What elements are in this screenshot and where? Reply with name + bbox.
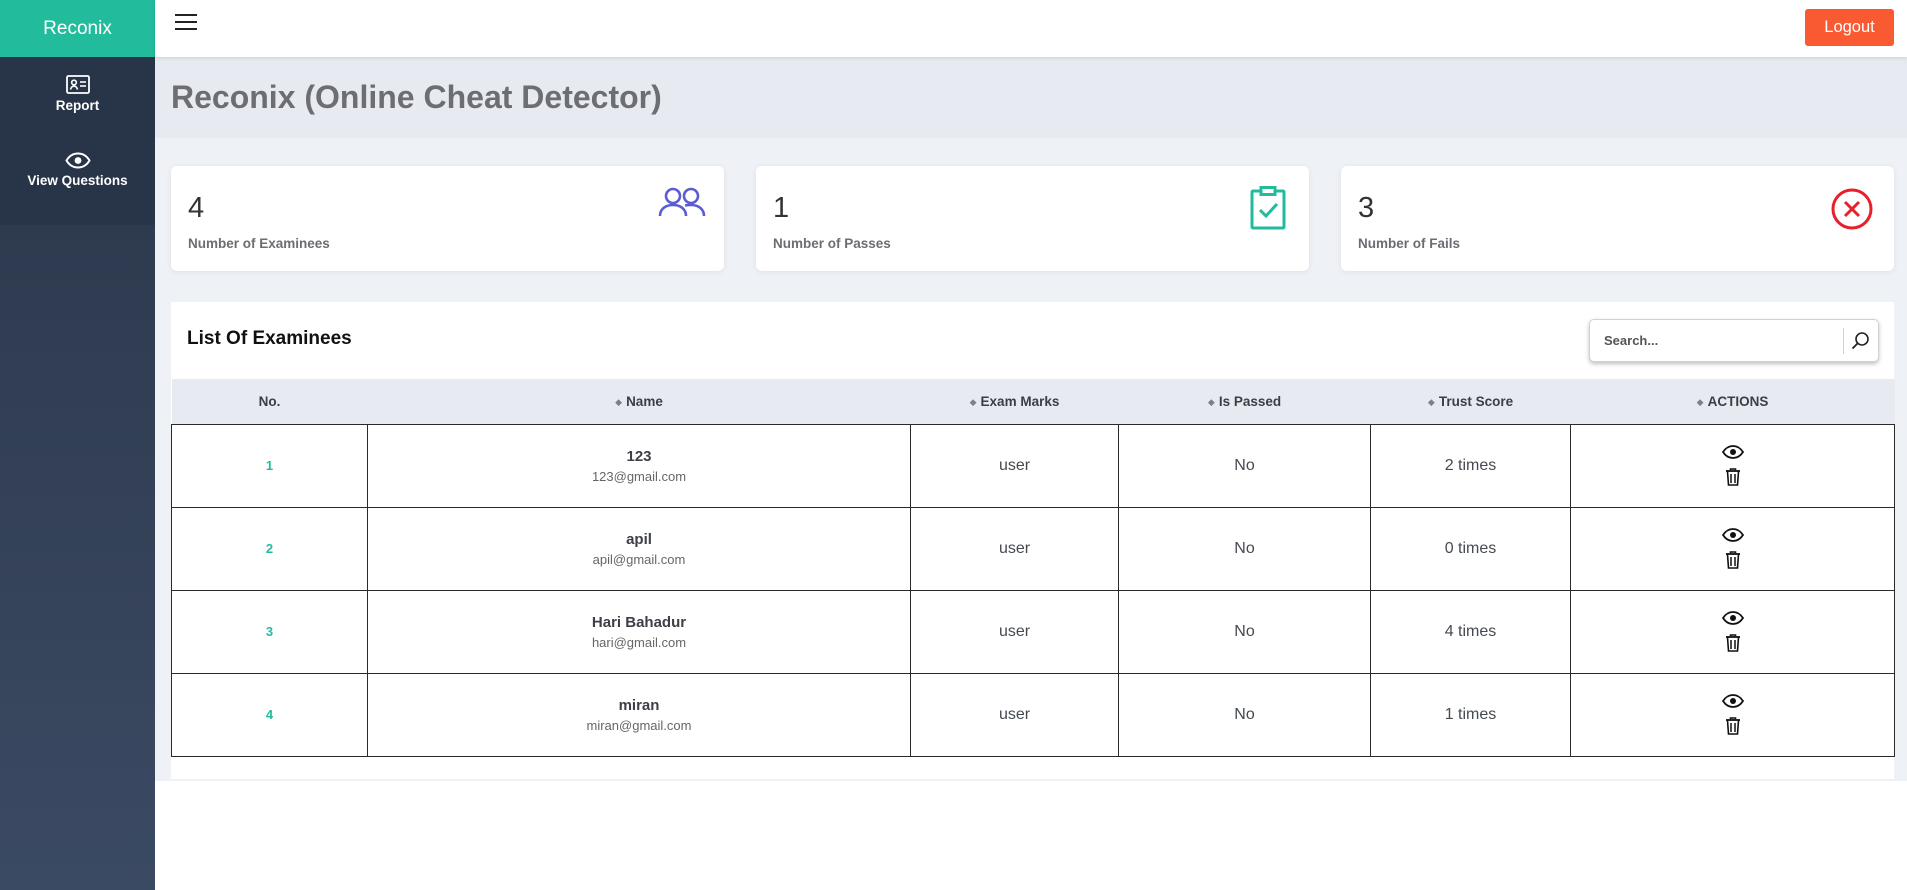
cell-is-passed: No (1118, 672, 1371, 757)
stat-value: 4 (188, 192, 205, 224)
menu-toggle-icon[interactable] (175, 14, 199, 34)
stat-value: 1 (773, 192, 790, 224)
cell-exam-marks: user (910, 589, 1119, 674)
column-header-is-passed[interactable]: ◆ Is Passed (1119, 379, 1371, 424)
delete-trash-icon[interactable] (1725, 551, 1741, 569)
examinee-email: apil@gmail.com (592, 551, 686, 567)
table-row: 3 Hari Bahadur hari@gmail.com user No 4 … (171, 589, 1895, 674)
cell-trust-score: 4 times (1370, 589, 1571, 674)
table-header-row: No. ◆ Name ◆ Exam Marks ◆ Is Passed ◆ Trust … (171, 379, 1895, 424)
stats-cards: 4 Number of Examinees 1 Number of Passes… (171, 166, 1894, 271)
search-divider (1843, 328, 1844, 354)
stat-card-fails: 3 Number of Fails (1341, 166, 1894, 271)
table-row: 2 apil apil@gmail.com user No 0 times (171, 506, 1895, 591)
examinees-title: List Of Examinees (187, 328, 352, 349)
stat-value: 3 (1358, 192, 1375, 224)
cell-trust-score: 1 times (1370, 672, 1571, 757)
sidebar-item-view-questions[interactable]: View Questions (0, 152, 155, 188)
brand-logo[interactable]: Reconix (0, 0, 155, 57)
sidebar: Reconix Report View Questions (0, 0, 155, 890)
examinee-email: 123@gmail.com (591, 468, 687, 484)
examinee-email: miran@gmail.com (586, 717, 692, 733)
table-row: 4 miran miran@gmail.com user No 1 times (171, 672, 1895, 757)
stat-label: Number of Examinees (188, 236, 330, 251)
view-eye-icon[interactable] (1721, 528, 1744, 546)
table-row: 1 123 123@gmail.com user No 2 times (171, 423, 1895, 508)
delete-trash-icon[interactable] (1725, 634, 1741, 652)
sidebar-item-label: View Questions (27, 173, 128, 188)
page-title: Reconix (Online Cheat Detector) (171, 79, 662, 115)
users-icon (658, 187, 706, 217)
stat-card-examinees: 4 Number of Examinees (171, 166, 724, 271)
sort-icon: ◆ (1207, 396, 1215, 407)
examinee-name: apil (626, 530, 652, 548)
search-icon[interactable] (1851, 331, 1870, 350)
cell-is-passed: No (1118, 589, 1371, 674)
cell-no: 2 (171, 506, 368, 591)
examinee-name: miran (618, 696, 660, 714)
stat-label: Number of Passes (773, 236, 891, 251)
cell-no: 3 (171, 589, 368, 674)
sort-icon: ◆ (1427, 396, 1435, 407)
search-box (1589, 319, 1879, 362)
examinees-panel: List Of Examinees No. ◆Name ◆Exam Marks … (171, 302, 1895, 779)
cell-exam-marks: user (910, 506, 1119, 591)
clipboard-check-icon (1250, 186, 1286, 230)
column-header-no[interactable]: No. (172, 379, 368, 424)
sort-icon: ◆ (615, 396, 623, 407)
id-card-icon (65, 75, 90, 94)
logout-button[interactable]: Logout (1805, 9, 1894, 46)
sidebar-nav: Report View Questions (0, 57, 155, 225)
page-header: Reconix (Online Cheat Detector) (155, 57, 1907, 138)
stat-label: Number of Fails (1358, 236, 1461, 251)
examinee-email: hari@gmail.com (591, 634, 687, 650)
examinee-name: Hari Bahadur (591, 613, 687, 631)
cell-actions (1570, 672, 1895, 757)
cell-trust-score: 0 times (1370, 506, 1571, 591)
cell-actions (1570, 423, 1895, 508)
cell-actions (1570, 589, 1895, 674)
cell-no: 4 (171, 672, 368, 757)
column-header-actions[interactable]: ◆ ACTIONS (1571, 379, 1895, 424)
sort-icon: ◆ (1696, 396, 1704, 407)
delete-trash-icon[interactable] (1725, 468, 1741, 486)
stat-card-passes: 1 Number of Passes (756, 166, 1309, 271)
cell-actions (1570, 506, 1895, 591)
examinee-name: 123 (626, 447, 652, 465)
eye-icon (64, 152, 91, 169)
search-input[interactable] (1604, 320, 1834, 361)
main-content: Reconix (Online Cheat Detector) 4 Number… (155, 57, 1907, 781)
cell-exam-marks: user (910, 423, 1119, 508)
cell-trust-score: 2 times (1370, 423, 1571, 508)
delete-trash-icon[interactable] (1725, 717, 1741, 735)
cell-no: 1 (171, 423, 368, 508)
examinees-table: No. ◆ Name ◆ Exam Marks ◆ Is Passed ◆ Trust … (171, 379, 1895, 757)
x-circle-icon (1831, 188, 1873, 230)
top-navbar: Logout (155, 0, 1907, 57)
cell-name: miran miran@gmail.com (367, 672, 911, 757)
view-eye-icon[interactable] (1721, 694, 1744, 712)
view-eye-icon[interactable] (1721, 611, 1744, 629)
view-eye-icon[interactable] (1721, 445, 1744, 463)
cell-name: Hari Bahadur hari@gmail.com (367, 589, 911, 674)
column-header-name[interactable]: ◆ Name (368, 379, 911, 424)
sidebar-item-label: Report (55, 98, 100, 113)
cell-name: apil apil@gmail.com (367, 506, 911, 591)
cell-exam-marks: user (910, 672, 1119, 757)
column-header-exam-marks[interactable]: ◆ Exam Marks (911, 379, 1119, 424)
cell-name: 123 123@gmail.com (367, 423, 911, 508)
cell-is-passed: No (1118, 423, 1371, 508)
sort-icon: ◆ (969, 396, 977, 407)
column-header-trust-score[interactable]: ◆ Trust Score (1371, 379, 1571, 424)
cell-is-passed: No (1118, 506, 1371, 591)
sidebar-item-report[interactable]: Report (0, 75, 155, 113)
